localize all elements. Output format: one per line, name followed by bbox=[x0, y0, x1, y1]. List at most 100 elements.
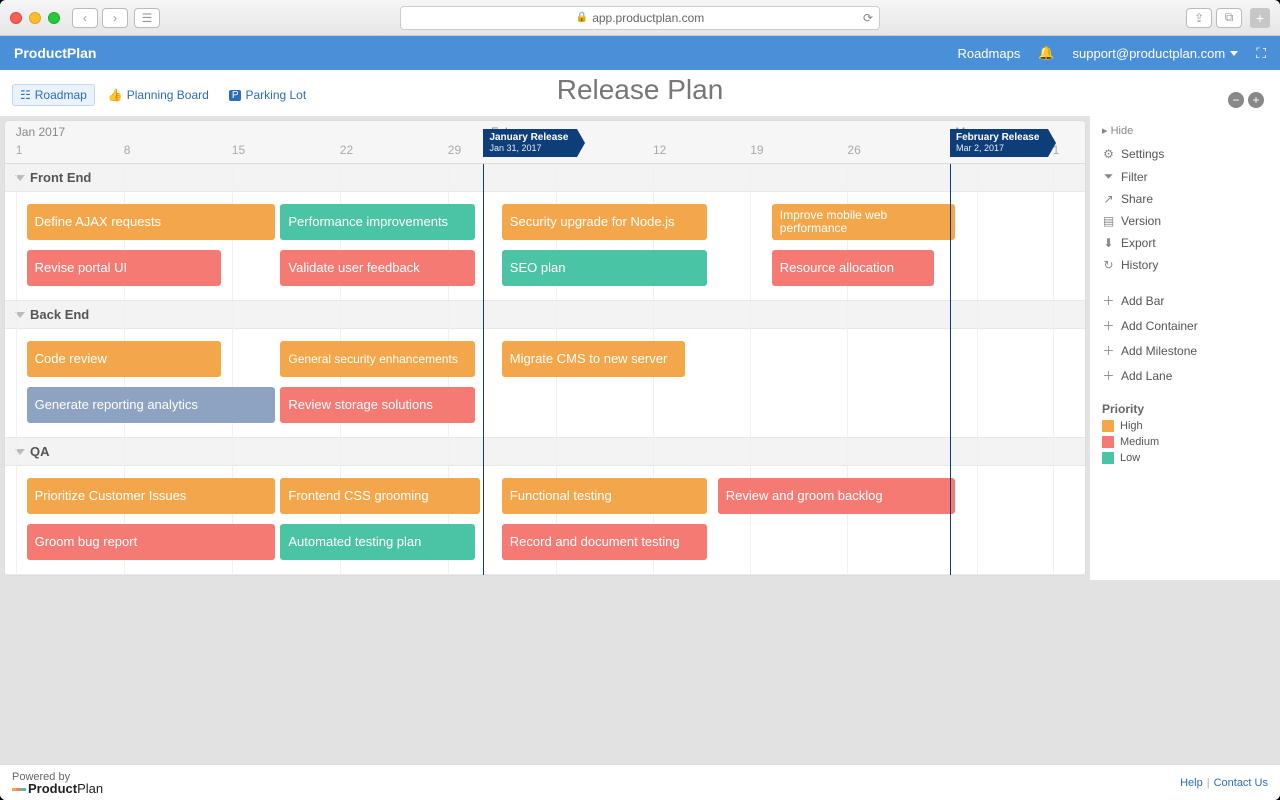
side-share[interactable]: ↗Share bbox=[1102, 188, 1268, 210]
side-add-milestone[interactable]: ＋Add Milestone bbox=[1102, 338, 1268, 363]
roadmap-bar[interactable]: Performance improvements bbox=[280, 204, 474, 240]
side-add-bar[interactable]: ＋Add Bar bbox=[1102, 288, 1268, 313]
side-icon: ▤ bbox=[1102, 214, 1115, 228]
roadmap-bar[interactable]: Review storage solutions bbox=[280, 387, 474, 423]
roadmap-bar[interactable]: Automated testing plan bbox=[280, 524, 474, 560]
forward-button[interactable]: › bbox=[102, 8, 128, 28]
side-filter[interactable]: ⏷Filter bbox=[1102, 165, 1268, 188]
share-button[interactable]: ⇪ bbox=[1186, 8, 1212, 28]
page-title: Release Plan bbox=[557, 74, 724, 106]
side-icon: ↗ bbox=[1102, 192, 1115, 206]
roadmap-bar[interactable]: Frontend CSS grooming bbox=[280, 478, 480, 514]
side-icon: ↻ bbox=[1102, 258, 1115, 272]
roadmap-bar[interactable]: Define AJAX requests bbox=[27, 204, 275, 240]
day-tick: 1 bbox=[16, 143, 23, 157]
milestone-flag[interactable]: January ReleaseJan 31, 2017 bbox=[483, 129, 577, 157]
url-bar[interactable]: 🔒 app.productplan.com ⟳ bbox=[400, 6, 880, 30]
browser-chrome: ‹ › ☰ 🔒 app.productplan.com ⟳ ⇪ ⧉ + bbox=[0, 0, 1280, 36]
url-text: app.productplan.com bbox=[592, 11, 704, 25]
new-tab-button[interactable]: + bbox=[1250, 8, 1270, 28]
back-button[interactable]: ‹ bbox=[72, 8, 98, 28]
user-email: support@productplan.com bbox=[1073, 46, 1226, 61]
tabs-button[interactable]: ⧉ bbox=[1216, 8, 1242, 28]
roadmap-bar[interactable]: Code review bbox=[27, 341, 221, 377]
side-icon: ⬇ bbox=[1102, 236, 1115, 250]
side-icon: ＋ bbox=[1102, 342, 1115, 359]
tab-roadmap[interactable]: ☷Roadmap bbox=[12, 84, 95, 106]
lock-icon: 🔒 bbox=[576, 12, 588, 23]
footer: Powered by ProductPlan Help | Contact Us bbox=[0, 764, 1280, 800]
roadmap-bar[interactable]: Resource allocation bbox=[772, 250, 934, 286]
roadmap-bar[interactable]: Groom bug report bbox=[27, 524, 275, 560]
swatch bbox=[1102, 420, 1114, 432]
month-label: Jan 2017 bbox=[16, 125, 65, 139]
swatch bbox=[1102, 452, 1114, 464]
day-tick: 29 bbox=[448, 143, 461, 157]
roadmap-bar[interactable]: General security enhancements bbox=[280, 341, 474, 377]
sidebar: Hide ⚙Settings⏷Filter↗Share▤Version⬇Expo… bbox=[1090, 116, 1280, 580]
hide-sidebar[interactable]: Hide bbox=[1102, 124, 1268, 137]
roadmap-icon: ☷ bbox=[20, 88, 31, 102]
roadmap-bar[interactable]: SEO plan bbox=[502, 250, 707, 286]
roadmap-bar[interactable]: Validate user feedback bbox=[280, 250, 474, 286]
tab-planning-board[interactable]: 👍Planning Board bbox=[101, 84, 216, 106]
zoom-in-button[interactable]: + bbox=[1248, 92, 1264, 108]
help-link[interactable]: Help bbox=[1180, 777, 1203, 789]
side-icon: ⏷ bbox=[1102, 169, 1115, 184]
side-icon: ＋ bbox=[1102, 367, 1115, 384]
user-menu[interactable]: support@productplan.com bbox=[1073, 46, 1239, 61]
side-export[interactable]: ⬇Export bbox=[1102, 232, 1268, 254]
title-bar: ☷Roadmap 👍Planning Board PParking Lot Re… bbox=[0, 70, 1280, 116]
side-icon: ⚙ bbox=[1102, 147, 1115, 161]
priority-header: Priority bbox=[1102, 402, 1268, 416]
timeline-header: Jan 2017FebMar18152229512192651January R… bbox=[4, 120, 1086, 164]
day-tick: 8 bbox=[124, 143, 131, 157]
lane-header[interactable]: Front End bbox=[5, 164, 1085, 192]
roadmap-bar[interactable]: Migrate CMS to new server bbox=[502, 341, 686, 377]
roadmap-bar[interactable]: Review and groom backlog bbox=[718, 478, 956, 514]
lane-header[interactable]: Back End bbox=[5, 301, 1085, 329]
maximize-window[interactable] bbox=[48, 12, 60, 24]
sidebar-toggle[interactable]: ☰ bbox=[134, 8, 160, 28]
roadmap-bar[interactable]: Record and document testing bbox=[502, 524, 707, 560]
tab-parking-lot[interactable]: PParking Lot bbox=[222, 84, 313, 106]
side-icon: ＋ bbox=[1102, 292, 1115, 309]
notifications-icon[interactable]: 🔔 bbox=[1038, 45, 1054, 61]
planning-icon: 👍 bbox=[108, 88, 123, 102]
roadmap-bar[interactable]: Functional testing bbox=[502, 478, 707, 514]
day-tick: 22 bbox=[340, 143, 353, 157]
priority-high[interactable]: High bbox=[1102, 420, 1268, 432]
side-version[interactable]: ▤Version bbox=[1102, 210, 1268, 232]
day-tick: 19 bbox=[750, 143, 763, 157]
brand: ProductPlan bbox=[14, 45, 96, 61]
zoom-out-button[interactable]: − bbox=[1228, 92, 1244, 108]
side-settings[interactable]: ⚙Settings bbox=[1102, 143, 1268, 165]
close-window[interactable] bbox=[10, 12, 22, 24]
milestone-flag[interactable]: February ReleaseMar 2, 2017 bbox=[950, 129, 1048, 157]
reload-icon[interactable]: ⟳ bbox=[863, 11, 873, 25]
side-add-container[interactable]: ＋Add Container bbox=[1102, 313, 1268, 338]
side-add-lane[interactable]: ＋Add Lane bbox=[1102, 363, 1268, 388]
chevron-down-icon bbox=[1230, 51, 1238, 56]
nav-roadmaps[interactable]: Roadmaps bbox=[957, 46, 1020, 61]
day-tick: 26 bbox=[847, 143, 860, 157]
roadmap-bar[interactable]: Security upgrade for Node.js bbox=[502, 204, 707, 240]
app-header: ProductPlan Roadmaps 🔔 support@productpl… bbox=[0, 36, 1280, 70]
priority-low[interactable]: Low bbox=[1102, 452, 1268, 464]
contact-link[interactable]: Contact Us bbox=[1214, 777, 1268, 789]
minimize-window[interactable] bbox=[29, 12, 41, 24]
roadmap-bar[interactable]: Revise portal UI bbox=[27, 250, 221, 286]
day-tick: 15 bbox=[232, 143, 245, 157]
roadmap-bar[interactable]: Generate reporting analytics bbox=[27, 387, 275, 423]
fullscreen-icon[interactable]: ⛶ bbox=[1256, 45, 1266, 62]
swatch bbox=[1102, 436, 1114, 448]
roadmap-bar[interactable]: Prioritize Customer Issues bbox=[27, 478, 275, 514]
parking-icon: P bbox=[229, 90, 242, 101]
roadmap-bar[interactable]: Improve mobile web performance bbox=[772, 204, 956, 240]
lane-header[interactable]: QA bbox=[5, 438, 1085, 466]
priority-medium[interactable]: Medium bbox=[1102, 436, 1268, 448]
lanes-container: Front End Define AJAX requestsPerformance… bbox=[4, 164, 1086, 576]
side-history[interactable]: ↻History bbox=[1102, 254, 1268, 276]
side-icon: ＋ bbox=[1102, 317, 1115, 334]
day-tick: 12 bbox=[653, 143, 666, 157]
